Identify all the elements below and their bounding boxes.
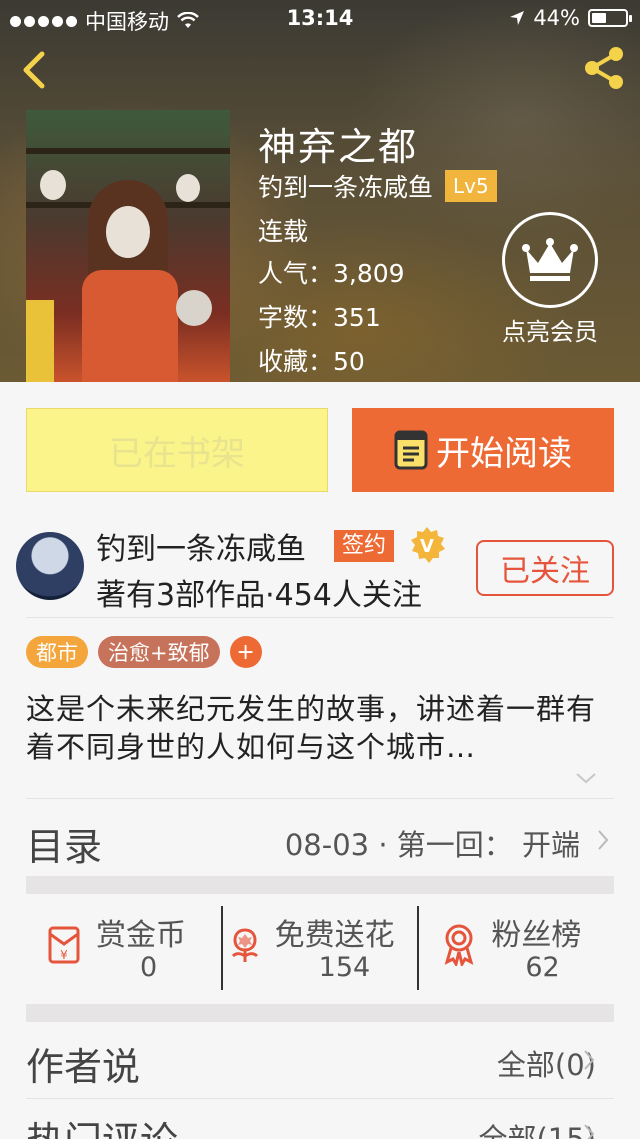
chevron-right-icon bbox=[598, 830, 609, 850]
chevron-down-icon bbox=[576, 773, 596, 784]
in-bookshelf-button[interactable]: 已在书架 bbox=[26, 408, 328, 492]
flower-icon bbox=[231, 928, 258, 962]
cover-sign bbox=[26, 300, 54, 382]
vip-circle bbox=[502, 212, 598, 308]
author-name[interactable]: 钓到一条冻咸鱼 bbox=[96, 524, 306, 568]
in-bookshelf-label: 已在书架 bbox=[109, 433, 245, 474]
cover-figure-face bbox=[106, 206, 150, 258]
popularity-value: 3,809 bbox=[333, 259, 405, 288]
favorites-stat: 收藏：50 bbox=[258, 342, 365, 378]
word-count-value: 351 bbox=[333, 303, 381, 332]
table-of-contents-row[interactable]: 目录 08-03 · 第一回： 开端 bbox=[26, 808, 614, 870]
fan-ranking-value: 62 bbox=[525, 952, 560, 983]
cover-figure-body bbox=[82, 270, 178, 382]
status-bar: 中国移动 13:14 44% bbox=[0, 0, 640, 36]
share-icon bbox=[585, 47, 623, 89]
support-stats: ¥ 赏金币 0 免费送花 154 粉丝榜 62 bbox=[26, 906, 614, 990]
tag-city[interactable]: 都市 bbox=[26, 636, 88, 668]
add-tag-button[interactable]: + bbox=[229, 636, 262, 668]
verified-badge-text: V bbox=[420, 536, 434, 557]
chevron-right-icon bbox=[584, 1050, 595, 1070]
plus-icon: + bbox=[236, 639, 255, 665]
popularity-label: 人气： bbox=[258, 259, 334, 288]
book-author-line: 钓到一条冻咸鱼 Lv5 bbox=[258, 168, 497, 204]
medal-icon bbox=[444, 924, 474, 966]
word-count-label: 字数： bbox=[258, 303, 334, 332]
vip-button[interactable]: 点亮会员 bbox=[494, 212, 606, 347]
toc-label: 目录 bbox=[26, 825, 103, 869]
tag-label: 治愈+致郁 bbox=[108, 641, 210, 665]
signed-badge: 签约 bbox=[334, 530, 395, 562]
reward-coins-stat[interactable]: ¥ 赏金币 0 bbox=[26, 906, 221, 990]
section-separator bbox=[26, 876, 614, 894]
hot-comments-all-link: 全部(15) bbox=[478, 1122, 596, 1139]
author-says-label: 作者说 bbox=[26, 1045, 141, 1089]
book-header: 中国移动 13:14 44% 神弃之都 钓到一条冻咸鱼 Lv5 连载 人气：3,… bbox=[0, 0, 640, 382]
crown-icon bbox=[522, 238, 578, 281]
free-flowers-stat[interactable]: 免费送花 154 bbox=[220, 906, 418, 990]
favorites-value: 50 bbox=[333, 347, 365, 376]
free-flowers-label: 免费送花 bbox=[274, 918, 395, 953]
level-badge: Lv5 bbox=[445, 170, 497, 202]
book-description: 这是个未来纪元发生的故事，讲述着一群有着不同身世的人如何与这个城市… bbox=[26, 692, 597, 764]
free-flowers-value: 154 bbox=[318, 952, 371, 983]
divider bbox=[26, 1098, 614, 1099]
red-envelope-icon: ¥ bbox=[48, 926, 80, 964]
favorites-label: 收藏： bbox=[258, 347, 334, 376]
share-button[interactable] bbox=[580, 44, 628, 92]
latest-chapter: 08-03 · 第一回： 开端 bbox=[284, 828, 580, 862]
location-arrow-icon bbox=[510, 11, 525, 25]
book-author[interactable]: 钓到一条冻咸鱼 bbox=[258, 168, 433, 204]
start-reading-label: 开始阅读 bbox=[436, 433, 572, 474]
svg-text:¥: ¥ bbox=[60, 948, 68, 962]
cover-shelf bbox=[26, 148, 230, 154]
battery-percent: 44% bbox=[533, 6, 580, 30]
battery-icon bbox=[588, 9, 632, 27]
tag-healing[interactable]: 治愈+致郁 bbox=[98, 636, 220, 668]
author-stats: 著有3部作品·454人关注 bbox=[96, 578, 422, 613]
tag-list: 都市 治愈+致郁 + bbox=[26, 636, 262, 668]
cover-mask bbox=[40, 170, 66, 200]
section-separator bbox=[26, 1004, 614, 1022]
book-icon bbox=[394, 430, 428, 470]
back-button[interactable] bbox=[14, 46, 54, 94]
verified-badge-icon: V bbox=[411, 527, 445, 563]
divider bbox=[26, 617, 614, 618]
following-button[interactable]: 已关注 bbox=[476, 540, 614, 596]
reward-coins-value: 0 bbox=[140, 952, 158, 983]
status-right: 44% bbox=[509, 6, 632, 30]
following-label: 已关注 bbox=[500, 554, 590, 589]
author-avatar[interactable] bbox=[16, 532, 84, 600]
hot-comments-label: 热门评论 bbox=[26, 1110, 178, 1139]
reward-coins-label: 赏金币 bbox=[96, 918, 186, 953]
battery-fill bbox=[592, 13, 606, 23]
chevron-left-icon bbox=[23, 51, 45, 89]
cover-mask bbox=[176, 174, 200, 202]
divider bbox=[26, 798, 614, 799]
book-cover-image[interactable] bbox=[26, 110, 230, 382]
tag-label: 都市 bbox=[36, 641, 78, 665]
expand-description-button[interactable] bbox=[574, 770, 598, 786]
popularity-stat: 人气：3,809 bbox=[258, 254, 405, 290]
fan-ranking-label: 粉丝榜 bbox=[491, 918, 582, 953]
start-reading-button[interactable]: 开始阅读 bbox=[352, 408, 614, 492]
book-status: 连载 bbox=[258, 217, 309, 246]
fan-ranking-stat[interactable]: 粉丝榜 62 bbox=[417, 906, 614, 990]
chevron-right-icon bbox=[584, 1124, 595, 1139]
cover-cat bbox=[176, 290, 212, 326]
vip-label: 点亮会员 bbox=[502, 318, 598, 346]
word-count-stat: 字数：351 bbox=[258, 298, 381, 334]
book-title: 神弃之都 bbox=[258, 125, 419, 169]
